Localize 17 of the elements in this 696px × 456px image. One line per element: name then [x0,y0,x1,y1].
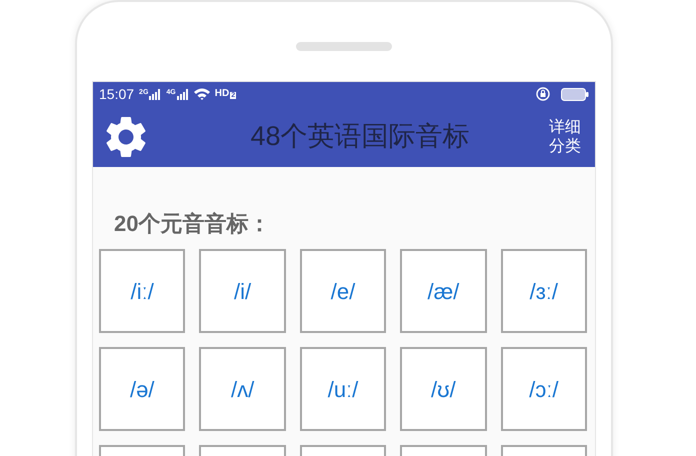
detail-category-button[interactable]: 详细 分类 [549,118,581,156]
phonetic-symbol-tile[interactable]: /ɜː/ [500,249,587,333]
clock-time: 15:07 [99,87,134,101]
phonetic-symbol-tile[interactable]: /iː/ [99,249,186,333]
section-heading: 20个元音音标： [114,213,272,235]
phonetic-symbol-tile[interactable]: /i/ [199,249,286,333]
rotation-lock-icon [536,87,550,101]
phonetic-symbol-tile[interactable]: /ɔː/ [500,347,587,431]
phonetic-symbol-tile[interactable]: /æ/ [400,249,487,333]
phonetic-symbol-tile[interactable]: /e/ [300,249,386,333]
phonetic-symbol-tile[interactable]: /uː/ [300,347,386,431]
battery-icon [561,88,589,100]
phonetic-symbol-tile[interactable]: /ʊ/ [400,347,487,431]
app-title: 48个英语国际音标 [249,120,471,154]
phonetic-symbol-tile[interactable]: /ə/ [99,347,186,431]
phonetic-symbol-tile[interactable]: /ʌ/ [199,347,286,431]
wifi-icon [194,88,210,100]
